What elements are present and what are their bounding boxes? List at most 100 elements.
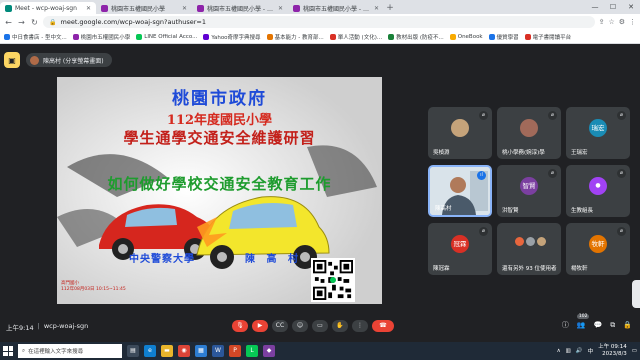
taskbar-search-input[interactable]: ⌕ 在這裡輸入文字來搜尋 — [18, 344, 122, 358]
chrome-icon[interactable]: ◉ — [178, 345, 190, 357]
mini-avatar — [515, 237, 524, 246]
mic-toggle-icon[interactable]: 🎙 — [232, 320, 248, 332]
bookmark-item[interactable]: 教材出版 (防疫不... — [388, 33, 444, 41]
file-explorer-icon[interactable]: ▬ — [161, 345, 173, 357]
star-icon[interactable]: ☆ — [608, 18, 614, 26]
app-icon[interactable]: ◆ — [263, 345, 275, 357]
reload-icon[interactable]: ↻ — [30, 18, 39, 27]
bookmark-icon — [72, 33, 79, 40]
participant-tile[interactable]: 瑞宏 ⌀ 王瑞宏 — [566, 107, 630, 159]
powerpoint-icon[interactable]: P — [229, 345, 241, 357]
participant-photo — [451, 119, 469, 137]
more-options-icon[interactable]: ⋮ — [352, 320, 368, 332]
slide-title-4: 如何做好學校交通安全教育工作 — [107, 175, 332, 193]
url-text: meet.google.com/wcp-woaj-sgn?authuser=1 — [60, 18, 206, 26]
side-controls: ⓘ 👥 102 💬 ⧉ 🔒 — [562, 314, 632, 330]
task-view-icon[interactable]: ▤ — [127, 345, 139, 357]
volume-icon[interactable]: 🔊 — [576, 348, 583, 354]
windows-start-icon[interactable] — [3, 346, 13, 356]
browser-tab[interactable]: Meet - wcp-woaj-sgn ✕ — [0, 2, 96, 14]
new-tab-button[interactable]: + — [384, 2, 396, 14]
minimize-icon[interactable]: — — [586, 0, 604, 14]
os-taskbar: ⌕ 在這裡輸入文字來搜尋 ▤ e ▬ ◉ ▦ W P L ◆ ∧ ▥ 🔊 中 上… — [0, 342, 640, 360]
participant-name: 生教組長 — [571, 208, 594, 214]
participant-tile[interactable]: 牧軒 ⌀ 楊牧軒 — [566, 223, 630, 275]
captions-icon[interactable]: CC — [272, 320, 288, 332]
bookmark-label: 中日食書店 - 型中文... — [12, 34, 67, 41]
bookmark-item[interactable]: 基本能力 - 教育部... — [266, 33, 324, 41]
mini-avatar — [537, 237, 546, 246]
participant-tile[interactable]: 冠霖 ⌀ 陳冠霖 — [428, 223, 492, 275]
bookmark-item[interactable]: OneBook — [449, 33, 483, 40]
presenter-avatar — [30, 55, 39, 65]
leave-call-icon[interactable]: ☎ — [372, 320, 394, 332]
forward-icon[interactable]: → — [17, 18, 26, 27]
people-icon[interactable]: 👥 102 — [576, 314, 590, 329]
browser-tab[interactable]: 桃園市五權國民小學 - 本站消息 ✕ — [288, 2, 384, 14]
participant-tile[interactable]: ● ⌀ 生教組長 — [566, 165, 630, 217]
address-bar-row: ← → ↻ 🔒 meet.google.com/wcp-woaj-sgn?aut… — [0, 14, 640, 30]
bookmark-item[interactable]: 電子書閱讀平台 — [524, 33, 571, 41]
browser-tab[interactable]: 桃園市五權國民小學 ✕ — [96, 2, 192, 14]
menu-icon[interactable]: ⋮ — [629, 18, 636, 26]
slide-title-1: 桃園市政府 — [172, 89, 267, 109]
share-icon[interactable]: ⇪ — [599, 18, 605, 26]
url-field[interactable]: 🔒 meet.google.com/wcp-woaj-sgn?authuser=… — [43, 16, 595, 28]
call-controls: 🎙 ▶ CC ☺ ▭ ✋ ⋮ ☎ — [232, 320, 394, 332]
bookmark-icon — [449, 33, 456, 40]
more-participants-tile[interactable]: 還有另外 93 位使用者 — [497, 223, 561, 275]
ime-icon[interactable]: 中 — [588, 347, 594, 355]
bookmark-label: 桃園市五權國民小學 — [80, 34, 131, 41]
meeting-time: 上午9:14 — [6, 324, 34, 332]
raise-hand-icon[interactable]: ✋ — [332, 320, 348, 332]
info-icon[interactable]: ⓘ — [562, 320, 569, 330]
host-controls-icon[interactable]: 🔒 — [623, 321, 632, 329]
present-screen-icon[interactable]: ▣ — [4, 52, 20, 68]
close-window-icon[interactable]: ✕ — [622, 0, 640, 14]
bookmark-item[interactable]: LINE Official Acco... — [136, 33, 197, 40]
screen: Meet - wcp-woaj-sgn ✕ 桃園市五權國民小學 ✕ 桃園市五權國… — [0, 0, 640, 360]
tray-clock[interactable]: 上午 09:14 2023/8/3 — [598, 344, 627, 358]
maximize-icon[interactable]: ☐ — [604, 0, 622, 14]
tray-time: 上午 09:14 — [598, 344, 627, 350]
browser-tab[interactable]: 桃園市五權國民小學 - 112學年 ✕ — [192, 2, 288, 14]
bookmark-item[interactable]: 優質學習 — [488, 33, 519, 41]
extensions-icon[interactable]: ⚙ — [619, 18, 625, 26]
side-panel-handle[interactable] — [632, 280, 640, 308]
presenter-chip[interactable]: 陳高村 (分享螢幕畫面) — [26, 53, 112, 67]
mic-off-icon: ⌀ — [479, 227, 488, 236]
back-icon[interactable]: ← — [4, 18, 13, 27]
meet-stage: ▣ 陳高村 (分享螢幕畫面) 桃園市政府 112年度國民小學 學生通學交通安全維… — [0, 44, 640, 342]
participant-tile[interactable]: 智賢 ⌀ 洪智賢 — [497, 165, 561, 217]
bookmark-item[interactable]: 單人活動 (文化)... — [329, 33, 382, 41]
tray-arrow-icon[interactable]: ∧ — [557, 348, 561, 354]
emoji-icon[interactable]: ☺ — [292, 320, 308, 332]
network-icon[interactable]: ▥ — [566, 348, 571, 354]
close-tab-icon[interactable]: ✕ — [278, 5, 283, 12]
activities-icon[interactable]: ⧉ — [610, 321, 615, 330]
word-icon[interactable]: W — [212, 345, 224, 357]
participant-tile-speaking[interactable]: ıl 陳高村 — [428, 165, 492, 217]
bookmark-item[interactable]: 中日食書店 - 型中文... — [4, 33, 67, 41]
notification-icon[interactable]: ▭ — [632, 348, 637, 354]
edge-icon[interactable]: e — [144, 345, 156, 357]
bookmark-item[interactable]: 桃園市五權國民小學 — [72, 33, 131, 41]
line-icon[interactable]: L — [246, 345, 258, 357]
chat-icon[interactable]: 💬 — [594, 321, 603, 329]
presenter-label: 陳高村 (分享螢幕畫面) — [43, 57, 104, 65]
present-icon[interactable]: ▭ — [312, 320, 328, 332]
close-tab-icon[interactable]: ✕ — [374, 5, 379, 12]
close-tab-icon[interactable]: ✕ — [182, 5, 187, 12]
bookmark-item[interactable]: Yahoo奇摩字典搜尋 — [203, 33, 261, 41]
mic-off-icon: ⌀ — [617, 111, 626, 120]
bookmark-label: 教材出版 (防疫不... — [396, 34, 444, 41]
participant-tile[interactable]: ⌀ 桃小學務(婉淳)學 — [497, 107, 561, 159]
mic-off-icon: ⌀ — [479, 111, 488, 120]
close-tab-icon[interactable]: ✕ — [86, 5, 91, 12]
camera-toggle-icon[interactable]: ▶ — [252, 320, 268, 332]
presenter-bar: ▣ 陳高村 (分享螢幕畫面) — [4, 52, 112, 68]
store-icon[interactable]: ▦ — [195, 345, 207, 357]
participant-tile[interactable]: ⌀ 吳楨淵 — [428, 107, 492, 159]
tab-title: 桃園市五權國民小學 — [111, 5, 166, 13]
participant-avatar: 智賢 — [520, 177, 538, 195]
